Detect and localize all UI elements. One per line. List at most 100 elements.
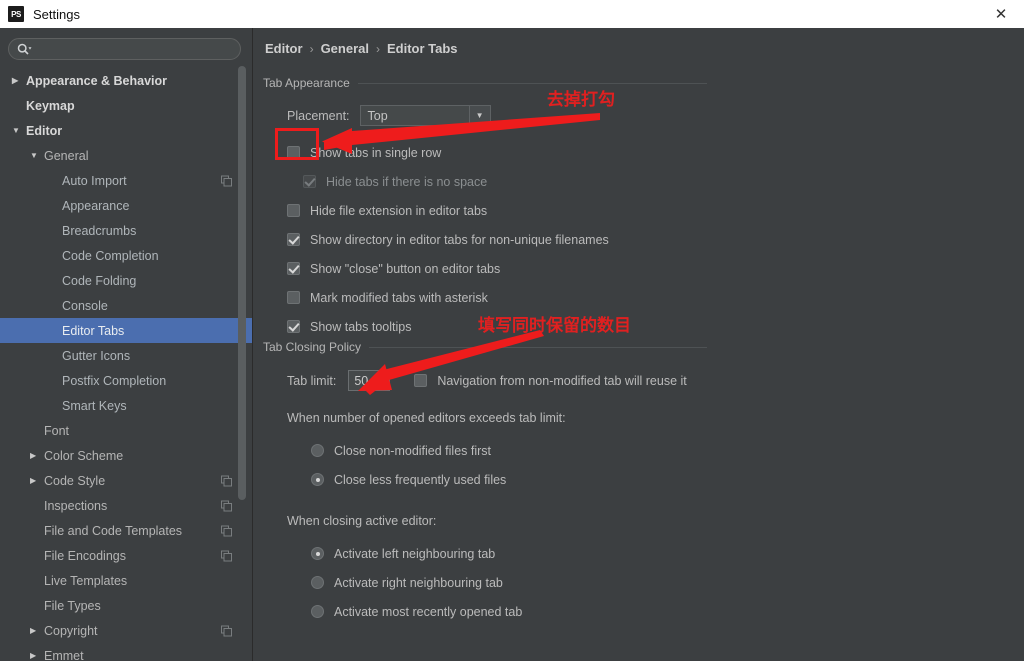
sidebar-item-label: Appearance — [62, 198, 130, 213]
search-field-wrapper — [8, 38, 241, 60]
breadcrumb-item-editor[interactable]: Editor — [265, 41, 303, 56]
group-divider — [369, 346, 707, 348]
copy-icon[interactable] — [221, 550, 232, 561]
search-box[interactable] — [8, 38, 241, 60]
sidebar-item-label: Breadcrumbs — [62, 223, 137, 238]
chevron-right-icon[interactable]: ▶ — [30, 476, 42, 485]
checkbox-show-close-button-on-editor-tabs[interactable] — [287, 262, 300, 275]
tab-limit-input[interactable] — [348, 370, 391, 391]
chevron-right-icon[interactable]: ▶ — [30, 626, 42, 635]
checkbox-label: Show directory in editor tabs for non-un… — [310, 232, 609, 247]
sidebar-item-gutter-icons[interactable]: Gutter Icons — [0, 343, 252, 368]
radio-exceeds-close-non-modified-files-first[interactable] — [311, 444, 324, 457]
checkbox-label: Show "close" button on editor tabs — [310, 261, 501, 276]
checkbox-label: Hide tabs if there is no space — [326, 174, 488, 189]
sidebar-item-file-types[interactable]: File Types — [0, 593, 252, 618]
sidebar-item-label: Smart Keys — [62, 398, 127, 413]
radio-closing-activate-most-recently-opened-tab[interactable] — [311, 605, 324, 618]
breadcrumb-item-general[interactable]: General — [321, 41, 369, 56]
sidebar-item-font[interactable]: Font — [0, 418, 252, 443]
title-bar: PS Settings ✕ — [0, 0, 1024, 29]
sidebar-item-smart-keys[interactable]: Smart Keys — [0, 393, 252, 418]
checkbox-label: Show tabs in single row — [310, 145, 442, 160]
settings-tree: ▶ Appearance & Behavior Keymap ▼ Editor ▼ Gene… — [0, 68, 252, 661]
sidebar-item-breadcrumbs[interactable]: Breadcrumbs — [0, 218, 252, 243]
sidebar-item-auto-import[interactable]: Auto Import — [0, 168, 252, 193]
checkbox-row: Show tabs in single row — [287, 138, 707, 167]
sidebar-item-code-style[interactable]: ▶ Code Style — [0, 468, 252, 493]
reuse-tab-checkbox[interactable] — [414, 374, 428, 387]
radio-label: Activate most recently opened tab — [334, 604, 523, 619]
sidebar-item-code-completion[interactable]: Code Completion — [0, 243, 252, 268]
radio-closing-activate-left-neighbouring-tab[interactable] — [311, 547, 324, 560]
sidebar-item-label: Appearance & Behavior — [26, 73, 168, 88]
sidebar-item-label: Gutter Icons — [62, 348, 131, 363]
sidebar-item-code-folding[interactable]: Code Folding — [0, 268, 252, 293]
tab-appearance-title-label: Tab Appearance — [263, 76, 350, 90]
tab-closing-policy-group: Tab Closing Policy Tab limit: Navigation… — [263, 340, 707, 626]
search-input[interactable] — [32, 39, 240, 59]
copy-icon[interactable] — [221, 500, 232, 511]
sidebar-item-copyright[interactable]: ▶ Copyright — [0, 618, 252, 643]
search-icon — [17, 43, 32, 56]
sidebar-scrollbar[interactable] — [238, 28, 246, 661]
chevron-down-icon[interactable]: ▼ — [12, 126, 24, 135]
sidebar-item-emmet[interactable]: ▶ Emmet — [0, 643, 252, 661]
radio-closing-activate-right-neighbouring-tab[interactable] — [311, 576, 324, 589]
copy-icon[interactable] — [221, 525, 232, 536]
checkbox-show-directory-in-editor-tabs-for-non-unique-filenames[interactable] — [287, 233, 300, 246]
checkbox-label: Hide file extension in editor tabs — [310, 203, 488, 218]
chevron-down-icon[interactable]: ▼ — [30, 151, 42, 160]
sidebar-item-label: Live Templates — [44, 573, 128, 588]
chevron-down-icon[interactable]: ▼ — [468, 106, 490, 125]
chevron-right-icon[interactable]: ▶ — [12, 76, 24, 85]
sidebar-item-file-and-code-templates[interactable]: File and Code Templates — [0, 518, 252, 543]
sidebar-item-label: Color Scheme — [44, 448, 124, 463]
closing-editor-radio-group: Activate left neighbouring tab Activate r… — [263, 539, 707, 626]
sidebar-item-editor[interactable]: ▼ Editor — [0, 118, 252, 143]
checkbox-row: Mark modified tabs with asterisk — [287, 283, 707, 312]
sidebar-item-label: Auto Import — [62, 173, 127, 188]
checkbox-hide-tabs-if-there-is-no-space — [303, 175, 316, 188]
sidebar-item-keymap[interactable]: Keymap — [0, 93, 252, 118]
sidebar-item-postfix-completion[interactable]: Postfix Completion — [0, 368, 252, 393]
group-divider — [357, 82, 707, 84]
exceeds-limit-label: When number of opened editors exceeds ta… — [287, 411, 566, 425]
radio-row: Close less frequently used files — [311, 465, 707, 494]
breadcrumb-item-editor-tabs: Editor Tabs — [386, 41, 458, 56]
checkbox-mark-modified-tabs-with-asterisk[interactable] — [287, 291, 300, 304]
tab-limit-row: Tab limit: Navigation from non-modified … — [287, 370, 707, 391]
sidebar-item-general[interactable]: ▼ General — [0, 143, 252, 168]
placement-label: Placement: — [287, 108, 350, 123]
radio-exceeds-close-less-frequently-used-files[interactable] — [311, 473, 324, 486]
copy-icon[interactable] — [221, 175, 232, 186]
chevron-right-icon[interactable]: ▶ — [30, 451, 42, 460]
sidebar-item-label: File Encodings — [44, 548, 126, 563]
sidebar-item-appearance[interactable]: Appearance — [0, 193, 252, 218]
checkbox-hide-file-extension-in-editor-tabs[interactable] — [287, 204, 300, 217]
close-icon[interactable]: ✕ — [978, 0, 1024, 28]
chevron-right-icon[interactable]: ▶ — [30, 651, 42, 660]
closing-editor-label: When closing active editor: — [287, 514, 437, 528]
checkbox-label: Show tabs tooltips — [310, 319, 412, 334]
sidebar-item-inspections[interactable]: Inspections — [0, 493, 252, 518]
copy-icon[interactable] — [221, 475, 232, 486]
sidebar-item-console[interactable]: Console — [0, 293, 252, 318]
sidebar-item-file-encodings[interactable]: File Encodings — [0, 543, 252, 568]
placement-dropdown[interactable]: Top ▼ — [359, 105, 491, 126]
breadcrumb-separator: › — [309, 41, 314, 56]
breadcrumb: Editor › General › Editor Tabs — [265, 41, 458, 56]
window-title: Settings — [33, 6, 80, 22]
sidebar-item-editor-tabs[interactable]: Editor Tabs — [0, 318, 252, 343]
sidebar-item-appearance-behavior[interactable]: ▶ Appearance & Behavior — [0, 68, 252, 93]
checkbox-row: Show "close" button on editor tabs — [287, 254, 707, 283]
copy-icon[interactable] — [221, 625, 232, 636]
sidebar-item-color-scheme[interactable]: ▶ Color Scheme — [0, 443, 252, 468]
radio-row: Activate left neighbouring tab — [311, 539, 707, 568]
app-icon: PS — [8, 6, 24, 22]
sidebar-item-label: Editor — [26, 123, 63, 138]
checkbox-show-tabs-tooltips[interactable] — [287, 320, 300, 333]
sidebar-scrollbar-thumb[interactable] — [238, 66, 246, 500]
sidebar-item-live-templates[interactable]: Live Templates — [0, 568, 252, 593]
sidebar-item-label: File Types — [44, 598, 101, 613]
